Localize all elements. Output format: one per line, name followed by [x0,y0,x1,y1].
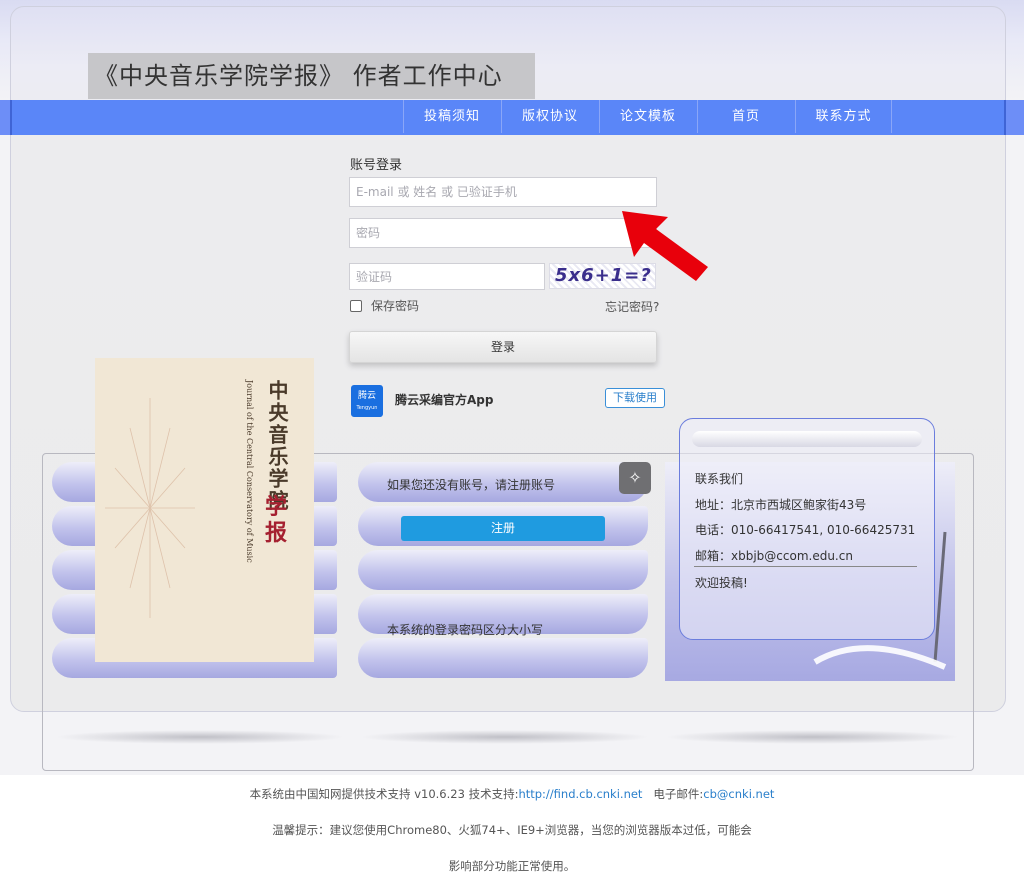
page-title: 《中央音乐学院学报》 作者工作中心 [88,53,535,99]
contact-welcome: 欢迎投稿! [695,576,748,590]
tengyun-logo-icon: 腾云 Tengyun [351,385,383,417]
remember-password[interactable]: 保存密码 [350,297,419,314]
contact-card-gloss [692,431,922,447]
username-input[interactable] [349,177,657,207]
cover-subtitle: Journal of the Central Conservatory of M… [245,380,254,563]
password-input[interactable] [349,218,657,248]
remember-label: 保存密码 [371,299,420,313]
forgot-password-link[interactable]: 忘记密码? [605,298,659,315]
app-name: 腾云采编官方App [395,393,494,407]
journal-cover-image: 中央音乐学院 Journal of the Central Conservato… [95,358,314,662]
cover-title: 中央音乐学院 [265,380,289,512]
footer-tip-line1: 温馨提示：建议您使用Chrome80、火狐74+、IE9+浏览器，当您的浏览器版… [272,823,752,837]
login-heading: 账号登录 [350,158,403,173]
nav-item-submission-guide[interactable]: 投稿须知 [403,100,500,133]
nav-item-home[interactable]: 首页 [697,100,794,133]
shadow-bar-left [55,730,345,744]
remember-checkbox[interactable] [350,299,362,312]
red-arrow-icon [622,211,708,281]
nav-item-contact[interactable]: 联系方式 [795,100,892,133]
nav-item-template[interactable]: 论文模板 [599,100,696,133]
contact-heading: 联系我们 [695,472,744,486]
mid-tab-3 [358,550,648,590]
shadow-bar-right [665,730,960,744]
nav-item-copyright[interactable]: 版权协议 [501,100,598,133]
password-case-note: 本系统的登录密码区分大小写 [387,623,544,637]
register-prompt: 如果您还没有账号，请注册账号 [387,478,556,492]
footer-support: 本系统由中国知网提供技术支持 v10.6.23 技术支持:http://find… [0,786,1024,802]
app-logo-sub: Tengyun [356,405,378,411]
app-logo-text: 腾云 [357,391,376,401]
contact-address: 地址：北京市西城区鲍家街43号 [695,498,867,512]
cover-emphasis: 学报 [265,494,288,546]
contact-email: 邮箱：xbbjb@ccom.edu.cn [695,549,853,563]
footer-support-text: 本系统由中国知网提供技术支持 v10.6.23 技术支持: [249,787,519,801]
contact-divider [694,566,917,567]
mid-tab-5 [358,638,648,678]
footer-email-link[interactable]: cb@cnki.net [703,787,774,801]
magic-wand-icon[interactable]: ✧ [619,462,651,494]
login-button[interactable]: 登录 [349,331,657,363]
register-button[interactable]: 注册 [401,516,605,541]
footer-support-link[interactable]: http://find.cb.cnki.net [518,787,642,801]
captcha-input[interactable] [349,263,545,290]
shadow-bar-middle [360,730,650,744]
footer-tip-line2: 影响部分功能正常使用。 [448,859,576,873]
contact-phone: 电话：010-66417541, 010-66425731 [695,523,916,537]
download-app-button[interactable]: 下载使用 [605,388,665,408]
footer-email-label: 电子邮件: [642,787,704,801]
